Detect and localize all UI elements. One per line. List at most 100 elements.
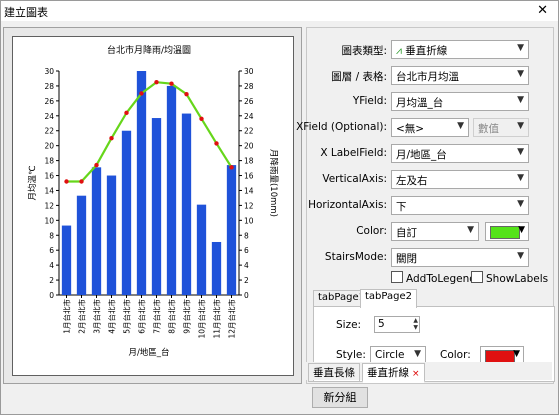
right-y-tick-label: 20: [244, 142, 254, 151]
checkbox-box: [391, 271, 403, 283]
vertical-axis-select[interactable]: 左及右 ▼: [391, 170, 529, 189]
line-color-picker[interactable]: ▼: [485, 222, 529, 241]
color-mode-select[interactable]: 自訂 ▼: [391, 222, 479, 241]
left-y-tick-label: 8: [49, 231, 54, 240]
chevron-down-icon: ▼: [517, 43, 524, 53]
bar: [226, 165, 237, 295]
x-tick-label: 9月台北市: [182, 299, 192, 334]
marker-style-value: Circle: [375, 349, 405, 361]
right-y-tick-label: 16: [244, 172, 254, 181]
line-point: [124, 110, 129, 116]
stairs-mode-row: StairsMode: 關閉 ▼: [307, 248, 553, 268]
chart-type-row: 圖表類型: ⩘ 垂直折線 ▼: [307, 40, 553, 60]
window-title: 建立圖表: [4, 6, 48, 19]
add-to-legend-label: AddToLegend: [406, 273, 476, 285]
color-mode-value: 自訂: [396, 227, 417, 239]
bar: [211, 241, 222, 295]
xlabelfield-select[interactable]: 月/地區_台 ▼: [391, 144, 529, 163]
chevron-down-icon: ▼: [467, 225, 474, 235]
marker-color-label: Color:: [440, 349, 471, 361]
size-spinner[interactable]: 5 ▲ ▼: [374, 316, 420, 333]
x-tick-label: 3月台北市: [92, 299, 102, 334]
chevron-down-icon: ▼: [517, 95, 524, 105]
bar: [121, 130, 132, 295]
add-to-legend-checkbox[interactable]: AddToLegend: [391, 271, 476, 285]
chevron-down-icon: ▼: [517, 199, 524, 209]
horizontal-axis-value: 下: [396, 201, 407, 213]
bar: [76, 195, 87, 295]
tab-page2[interactable]: tabPage2: [360, 289, 417, 308]
line-point: [184, 91, 189, 97]
horizontal-axis-select[interactable]: 下 ▼: [391, 196, 529, 215]
line-series: [66, 81, 233, 183]
right-y-tick-label: 2: [244, 276, 249, 285]
close-icon[interactable]: ✕: [537, 3, 548, 18]
yfield-value: 月均溫_台: [396, 97, 444, 109]
spinner-arrows-icon[interactable]: ▲ ▼: [413, 317, 418, 331]
line-point: [229, 165, 234, 170]
left-y-tick-label: 20: [44, 142, 54, 151]
bar: [136, 71, 147, 295]
size-label: Size:: [336, 319, 362, 331]
color-label: Color:: [356, 225, 387, 237]
left-y-tick-label: 18: [44, 157, 54, 166]
vertical-axis-label: VerticalAxis:: [322, 173, 387, 185]
line-point: [109, 136, 114, 141]
checkbox-box: [471, 271, 483, 283]
close-tab-icon[interactable]: ×: [412, 369, 420, 379]
chart-type-label: 圖表類型:: [341, 45, 387, 57]
chevron-down-icon: ▼: [513, 349, 520, 359]
x-tick-label: 6月台北市: [137, 299, 147, 334]
x-axis-label: 月/地區_台: [128, 347, 169, 358]
left-y-tick-label: 24: [44, 112, 54, 121]
right-y-tick-label: 30: [244, 67, 254, 76]
x-tick-label: 11月台北市: [212, 299, 222, 339]
right-y-tick-label: 22: [244, 127, 254, 136]
xlabelfield-value: 月/地區_台: [396, 149, 447, 161]
left-y-tick-label: 6: [49, 246, 54, 255]
line-point: [139, 91, 144, 96]
left-y-tick-label: 22: [44, 127, 54, 136]
left-y-tick-label: 28: [44, 82, 54, 91]
bar: [151, 118, 162, 295]
line-point: [64, 179, 69, 184]
stairs-mode-value: 關閉: [396, 253, 417, 265]
sheet-row: 圖層 / 表格: 台北市月均溫 ▼: [307, 66, 553, 86]
new-group-button[interactable]: 新分組: [312, 387, 368, 408]
color-row: Color: 自訂 ▼ ▼: [307, 222, 553, 242]
left-y-tick-label: 14: [44, 186, 54, 195]
line-color-swatch: [490, 226, 520, 239]
bar: [106, 175, 117, 295]
chevron-down-icon: ▼: [517, 147, 524, 157]
yfield-label: YField:: [352, 95, 387, 107]
chevron-down-icon: ▼: [457, 121, 464, 131]
chart-title: 台北市月降雨/均溫圖: [107, 44, 191, 56]
x-tick-label: 7月台北市: [152, 299, 162, 334]
left-y-tick-label: 30: [44, 67, 54, 76]
series-tabs: 垂直長條 垂直折線 ×: [306, 362, 552, 383]
chart-svg: 台北市月降雨/均溫圖0 02 24 46 68 810 1012 1214 1416 1618 18…: [27, 44, 279, 358]
show-labels-label: ShowLabels: [486, 273, 549, 285]
series-tab-line[interactable]: 垂直折線 ×: [362, 363, 425, 383]
xfield-select[interactable]: <無> ▼: [391, 118, 469, 137]
xfield-value: <無>: [396, 123, 425, 135]
left-y-tick-label: 4: [49, 261, 54, 270]
chevron-down-icon: ▼: [517, 173, 524, 183]
xlabelfield-label: X LabelField:: [320, 147, 387, 159]
show-labels-checkbox[interactable]: ShowLabels: [471, 271, 548, 285]
right-y-tick-label: 18: [244, 157, 254, 166]
right-y-tick-label: 14: [244, 186, 254, 195]
sheet-select[interactable]: 台北市月均溫 ▼: [391, 66, 529, 85]
sheet-value: 台北市月均溫: [396, 71, 459, 83]
chevron-down-icon: ▼: [517, 69, 524, 79]
stairs-mode-select[interactable]: 關閉 ▼: [391, 248, 529, 267]
right-y-tick-label: 10: [244, 216, 254, 225]
yfield-select[interactable]: 月均溫_台 ▼: [391, 92, 529, 111]
xfield-type-select[interactable]: 數值 ▼: [473, 118, 529, 137]
right-y-tick-label: 24: [244, 112, 254, 121]
chart-type-select[interactable]: ⩘ 垂直折線 ▼: [391, 40, 529, 59]
series-tab-bar[interactable]: 垂直長條: [308, 363, 360, 382]
series-tab-line-label: 垂直折線: [367, 367, 409, 379]
x-tick-label: 1月台北市: [62, 299, 72, 334]
xfield-row: XField (Optional): <無> ▼ 數值 ▼: [296, 118, 553, 138]
